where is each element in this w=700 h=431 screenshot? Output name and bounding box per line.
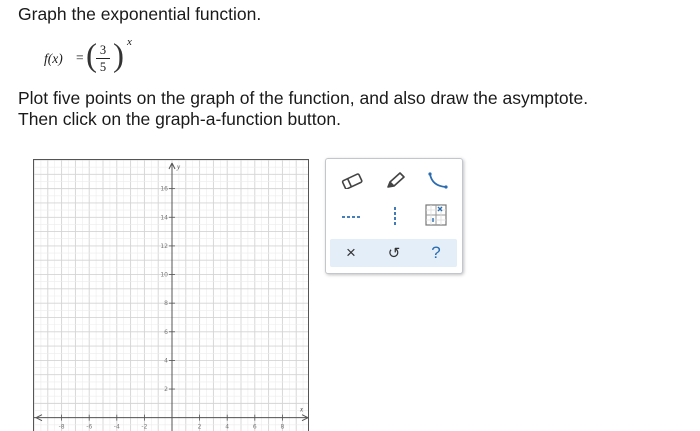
graph-function-icon (425, 204, 447, 226)
action-bar: × ↺ ? (330, 239, 457, 267)
formula-lhs: f(x) (44, 51, 63, 66)
eraser-icon (341, 173, 363, 189)
help-button[interactable]: ? (423, 241, 449, 265)
coordinate-grid[interactable]: xy-8 -6 -4 -2 2 4 6 8246810121416 (34, 160, 309, 431)
curve-icon (428, 172, 448, 189)
x-tick-label: -6 (86, 424, 92, 431)
x-tick-label: 4 (225, 424, 229, 431)
undo-button[interactable]: ↺ (381, 241, 407, 265)
graph-a-function-button[interactable] (422, 203, 450, 227)
instruction-line-1: Plot five points on the graph of the fun… (18, 88, 589, 108)
fraction-numerator: 3 (99, 43, 107, 57)
x-tick-label: -8 (59, 424, 65, 431)
pencil-icon (387, 172, 405, 188)
instruction-line-2: Then click on the graph-a-function butto… (18, 109, 341, 129)
fraction-bar (96, 58, 110, 59)
horizontal-dashed-line-icon (342, 216, 362, 218)
y-tick-label: 8 (164, 300, 168, 307)
horizontal-asymptote-tool[interactable] (338, 205, 366, 229)
eraser-tool[interactable] (338, 169, 366, 193)
graph-toolbox: × ↺ ? (325, 158, 463, 274)
pencil-tool[interactable] (381, 169, 409, 193)
y-tick-label: 4 (164, 357, 168, 364)
y-tick-label: 12 (160, 243, 168, 250)
y-tick-label: 14 (160, 214, 168, 221)
y-tick-label: 16 (160, 186, 168, 193)
vertical-dashed-line-icon (394, 207, 396, 227)
clear-button[interactable]: × (338, 241, 364, 265)
x-tick-label: -4 (114, 424, 120, 431)
fraction-denominator: 5 (99, 60, 107, 74)
formula-exponent: x (127, 36, 132, 48)
x-tick-label: 2 (198, 424, 202, 431)
instructions: Plot five points on the graph of the fun… (18, 88, 588, 130)
x-tick-label: 6 (253, 424, 257, 431)
formula-fraction: 3 5 (96, 43, 110, 74)
problem-prompt: Graph the exponential function. (18, 4, 262, 24)
x-tick-label: 8 (280, 424, 284, 431)
graph-area[interactable]: x y -8 -6 -4 -2 2 4 6 8 2 4 6 8 10 12 14 16 (33, 159, 309, 431)
y-tick-label: 2 (164, 386, 168, 393)
x-tick-label: -2 (141, 424, 147, 431)
right-paren: ) (113, 38, 124, 74)
function-formula: f(x) = ( 3 5 ) x (44, 36, 144, 80)
y-tick-label: 6 (164, 329, 168, 336)
y-tick-label: 10 (160, 272, 168, 279)
formula-equals: = (76, 50, 84, 65)
curve-tool[interactable] (424, 169, 452, 193)
vertical-asymptote-tool[interactable] (381, 205, 409, 229)
